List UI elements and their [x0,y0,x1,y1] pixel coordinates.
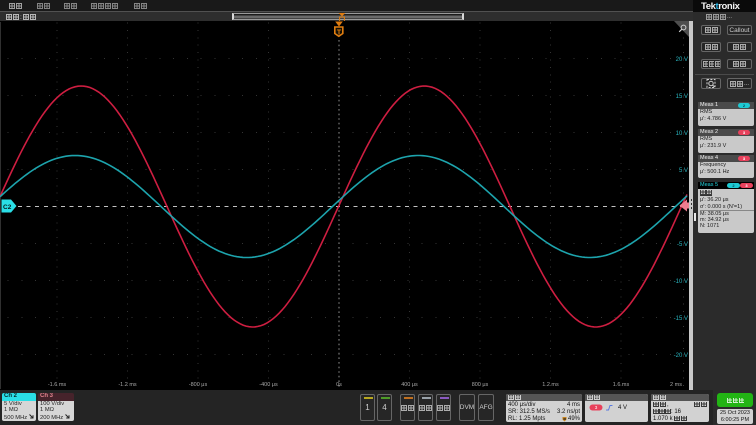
svg-text:-15 V: -15 V [674,316,688,322]
svg-text:T: T [337,30,342,37]
svg-text:1.6 ms: 1.6 ms [613,382,630,388]
svg-text:-20 V: -20 V [674,353,688,359]
svg-text:-10 V: -10 V [674,279,688,285]
svg-text:15 V: 15 V [676,94,688,100]
svg-text:-1.2 ms: -1.2 ms [118,382,137,388]
svg-text:-1.6 ms: -1.6 ms [48,382,67,388]
svg-text:2 ms: 2 ms [670,382,682,388]
svg-text:-400 μs: -400 μs [259,382,278,388]
svg-text:1.2 ms: 1.2 ms [542,382,559,388]
svg-text:3: 3 [595,405,598,410]
svg-text:10 V: 10 V [676,131,688,137]
svg-text:-800 μs: -800 μs [189,382,208,388]
svg-text:20 V: 20 V [676,57,688,63]
svg-text:5 V: 5 V [679,168,688,174]
svg-text:0s: 0s [336,382,342,388]
svg-text:800 μs: 800 μs [472,382,489,388]
svg-text:C2: C2 [3,204,12,211]
svg-text:-5 V: -5 V [677,242,688,248]
svg-text:400 μs: 400 μs [401,382,418,388]
